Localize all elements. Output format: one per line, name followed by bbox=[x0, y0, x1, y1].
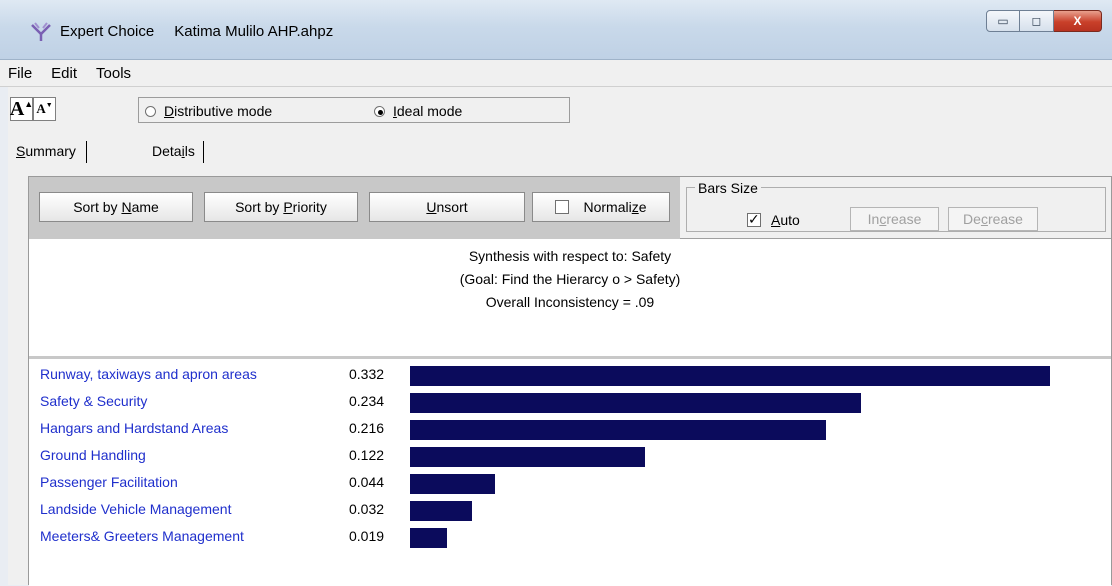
unsort-button[interactable]: Unsort bbox=[369, 192, 525, 222]
radio-dot-distributive bbox=[145, 105, 156, 117]
bars-size-group: Bars Size Auto Increase Decrease bbox=[686, 180, 1106, 232]
synthesis-line-2: (Goal: Find the Hierarcy o > Safety) bbox=[459, 271, 681, 287]
decrease-button[interactable]: Decrease bbox=[948, 207, 1038, 231]
bar-value: 0.019 bbox=[349, 528, 385, 544]
title-bar: Expert Choice Katima Mulilo AHP.ahpz ▭ ◻ … bbox=[0, 0, 1112, 60]
bar-label[interactable]: Meeters& Greeters Management bbox=[40, 528, 244, 544]
menu-bar: File Edit Tools bbox=[0, 60, 1112, 87]
bar-value: 0.216 bbox=[349, 420, 385, 436]
bar-label[interactable]: Passenger Facilitation bbox=[40, 474, 178, 490]
bar-row: Safety & Security 0.234 bbox=[29, 389, 1111, 413]
sort-button-area: Sort by Name Sort by Priority Unsort Nor… bbox=[29, 177, 680, 239]
auto-checkbox[interactable]: Auto bbox=[747, 211, 800, 228]
bar-value: 0.032 bbox=[349, 501, 385, 517]
bar-label[interactable]: Safety & Security bbox=[40, 393, 147, 409]
priority-bar-chart: Runway, taxiways and apron areas 0.332 Saf… bbox=[29, 362, 1111, 586]
synthesis-line-1: Synthesis with respect to: Safety bbox=[468, 248, 672, 264]
bars-size-title: Bars Size bbox=[695, 180, 761, 196]
font-increase-icon: A bbox=[9, 97, 25, 120]
bar-label[interactable]: Landside Vehicle Management bbox=[40, 501, 231, 517]
ideal-mode-label: Ideal mode bbox=[393, 103, 463, 119]
sort-by-name-label: Sort by Name bbox=[73, 199, 159, 215]
menu-file[interactable]: File bbox=[8, 65, 32, 82]
increase-font-button[interactable]: A ▲ bbox=[10, 97, 33, 121]
priority-bar bbox=[410, 393, 862, 413]
close-icon: X bbox=[1073, 14, 1082, 28]
bar-value: 0.332 bbox=[349, 366, 385, 382]
close-button[interactable]: X bbox=[1054, 10, 1102, 32]
bar-label[interactable]: Hangars and Hardstand Areas bbox=[40, 420, 228, 436]
unsort-label: Unsort bbox=[426, 199, 468, 215]
window-controls: ▭ ◻ X bbox=[986, 10, 1102, 32]
up-arrow-icon: ▲ bbox=[24, 99, 34, 109]
menu-tools[interactable]: Tools bbox=[96, 65, 131, 82]
down-arrow-icon: ▼ bbox=[45, 101, 53, 109]
bar-row: Ground Handling 0.122 bbox=[29, 443, 1111, 467]
increase-label: Increase bbox=[867, 211, 922, 227]
tab-summary[interactable]: Summary bbox=[12, 141, 87, 163]
synthesis-line-3: Overall Inconsistency = .09 bbox=[485, 294, 655, 310]
priority-bar bbox=[410, 420, 827, 440]
bar-row: Hangars and Hardstand Areas 0.216 bbox=[29, 416, 1111, 440]
sort-by-priority-label: Sort by Priority bbox=[235, 199, 327, 215]
normalize-checkbox[interactable]: Normalize bbox=[532, 192, 670, 222]
window-title: Expert Choice Katima Mulilo AHP.ahpz bbox=[60, 23, 333, 40]
synthesis-header: Synthesis with respect to: Safety (Goal:… bbox=[29, 239, 1111, 359]
minimize-button[interactable]: ▭ bbox=[986, 10, 1020, 32]
ideal-mode-radio[interactable]: Ideal mode bbox=[374, 103, 462, 119]
bar-row: Passenger Facilitation 0.044 bbox=[29, 470, 1111, 494]
bar-label[interactable]: Ground Handling bbox=[40, 447, 146, 463]
bar-row: Landside Vehicle Management 0.032 bbox=[29, 497, 1111, 521]
priority-bar bbox=[410, 366, 1050, 386]
distributive-mode-label: Distributive mode bbox=[164, 103, 273, 119]
main-frame: A ▲ A ▼ Distributive mode Ideal mode Summa… bbox=[8, 87, 1112, 586]
bar-value: 0.122 bbox=[349, 447, 385, 463]
priority-bar bbox=[410, 501, 472, 521]
priority-bar bbox=[410, 447, 646, 467]
app-name: Expert Choice bbox=[60, 23, 155, 40]
auto-label: Auto bbox=[771, 212, 800, 228]
button-row: Sort by Name Sort by Priority Unsort Nor… bbox=[29, 177, 1111, 239]
tab-details-label: Details bbox=[152, 143, 195, 159]
minimize-icon: ▭ bbox=[997, 14, 1009, 28]
maximize-icon: ◻ bbox=[1031, 14, 1042, 28]
sort-by-priority-button[interactable]: Sort by Priority bbox=[204, 192, 358, 222]
tab-details[interactable]: Details bbox=[148, 141, 204, 163]
sort-by-name-button[interactable]: Sort by Name bbox=[39, 192, 193, 222]
priority-bar bbox=[410, 474, 495, 494]
font-decrease-icon: A bbox=[36, 101, 46, 116]
tab-summary-label: Summary bbox=[16, 143, 76, 159]
normalize-label: Normalize bbox=[583, 199, 647, 215]
increase-button[interactable]: Increase bbox=[850, 207, 939, 231]
expert-choice-app-icon bbox=[31, 22, 51, 41]
normalize-check-box bbox=[555, 200, 570, 214]
mode-group: Distributive mode Ideal mode bbox=[138, 97, 570, 123]
distributive-mode-radio[interactable]: Distributive mode bbox=[145, 103, 272, 119]
decrease-label: Decrease bbox=[963, 211, 1023, 227]
bar-label[interactable]: Runway, taxiways and apron areas bbox=[40, 366, 257, 382]
bar-value: 0.234 bbox=[349, 393, 385, 409]
summary-panel: Sort by Name Sort by Priority Unsort Nor… bbox=[28, 176, 1112, 586]
maximize-button[interactable]: ◻ bbox=[1020, 10, 1054, 32]
priority-bar bbox=[410, 528, 447, 548]
menu-edit[interactable]: Edit bbox=[51, 65, 77, 82]
document-name: Katima Mulilo AHP.ahpz bbox=[174, 23, 334, 40]
bar-row: Runway, taxiways and apron areas 0.332 bbox=[29, 362, 1111, 386]
decrease-font-button[interactable]: A ▼ bbox=[33, 97, 56, 121]
radio-dot-ideal bbox=[374, 105, 385, 117]
bar-row: Meeters& Greeters Management 0.019 bbox=[29, 524, 1111, 548]
auto-check-box bbox=[747, 211, 761, 228]
bar-value: 0.044 bbox=[349, 474, 385, 490]
